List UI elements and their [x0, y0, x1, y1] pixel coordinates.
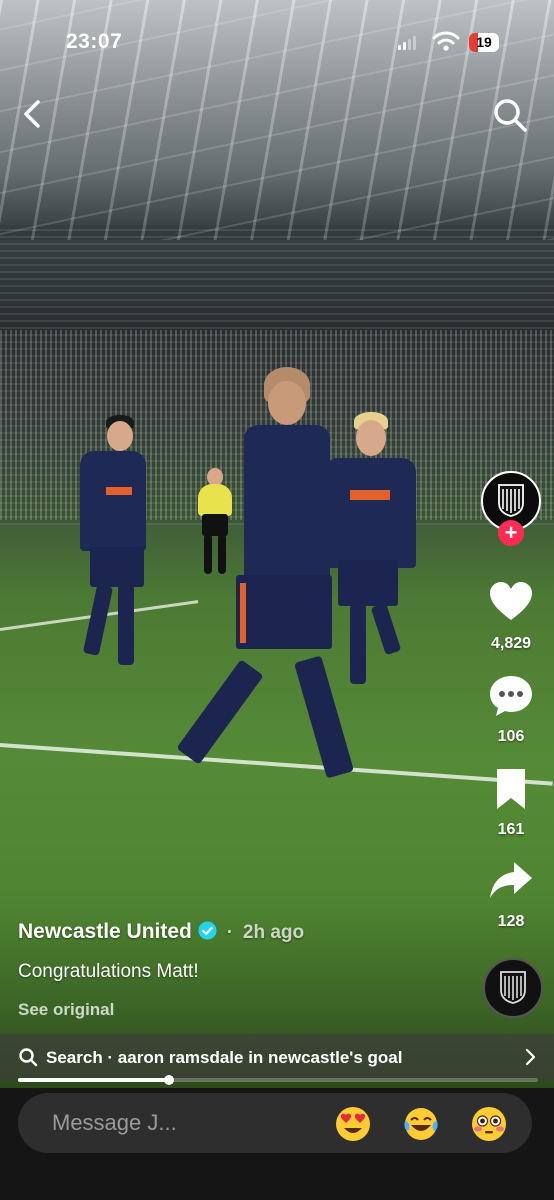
like-count: 4,829 — [490, 635, 532, 652]
cellular-signal-icon — [398, 34, 418, 50]
status-bar: 23:07 19 — [0, 26, 554, 58]
clock: 23:07 — [66, 30, 123, 53]
player-right — [310, 412, 430, 692]
battery-indicator: 19 — [469, 33, 499, 52]
message-input[interactable]: Message J... — [18, 1093, 532, 1153]
club-crest-icon — [498, 484, 524, 517]
post-time: 2h ago — [242, 922, 305, 943]
author-row: Newcastle United · 2h ago — [18, 920, 304, 944]
flushed-emoji[interactable] — [470, 1105, 508, 1143]
verified-badge-icon — [198, 921, 217, 940]
post-separator: · — [226, 922, 234, 943]
chevron-left-icon[interactable] — [18, 96, 48, 132]
post-caption: Congratulations Matt! — [18, 961, 199, 982]
creator-avatar-button[interactable]: + — [481, 471, 541, 547]
video-progress-fill — [18, 1078, 169, 1082]
bookmark-icon — [497, 769, 525, 809]
related-search-text: Search · aaron ramsdale in newcastle's g… — [46, 1048, 403, 1067]
player-left — [72, 415, 152, 675]
comment-button[interactable]: 106 — [474, 673, 548, 746]
search-icon — [19, 1048, 38, 1067]
follow-button[interactable]: + — [498, 520, 524, 546]
battery-percent: 19 — [476, 34, 492, 50]
search-icon[interactable] — [491, 96, 529, 134]
club-crest-icon — [500, 971, 526, 1004]
share-icon — [490, 862, 532, 898]
heart-eyes-emoji[interactable] — [334, 1105, 372, 1143]
share-button[interactable]: 128 — [474, 858, 548, 931]
comment-icon — [490, 676, 532, 716]
wifi-icon — [432, 31, 460, 51]
message-bar: Message J... — [0, 1088, 554, 1200]
message-placeholder: Message J... — [52, 1110, 177, 1135]
save-count: 161 — [497, 821, 525, 838]
like-button[interactable]: 4,829 — [474, 580, 548, 653]
see-original-link[interactable]: See original — [18, 1000, 114, 1020]
chevron-right-icon — [525, 1048, 536, 1066]
share-count: 128 — [497, 913, 525, 930]
related-search-bar[interactable]: Search · aaron ramsdale in newcastle's g… — [0, 1034, 554, 1080]
music-disc[interactable] — [483, 958, 543, 1018]
author-name[interactable]: Newcastle United — [18, 920, 192, 943]
save-button[interactable]: 161 — [474, 766, 548, 839]
video-progress-handle[interactable] — [163, 1075, 174, 1085]
comment-count: 106 — [497, 728, 525, 745]
video-progress-bar[interactable] — [18, 1075, 538, 1085]
heart-icon — [490, 582, 532, 620]
tears-of-joy-emoji[interactable] — [402, 1105, 440, 1143]
